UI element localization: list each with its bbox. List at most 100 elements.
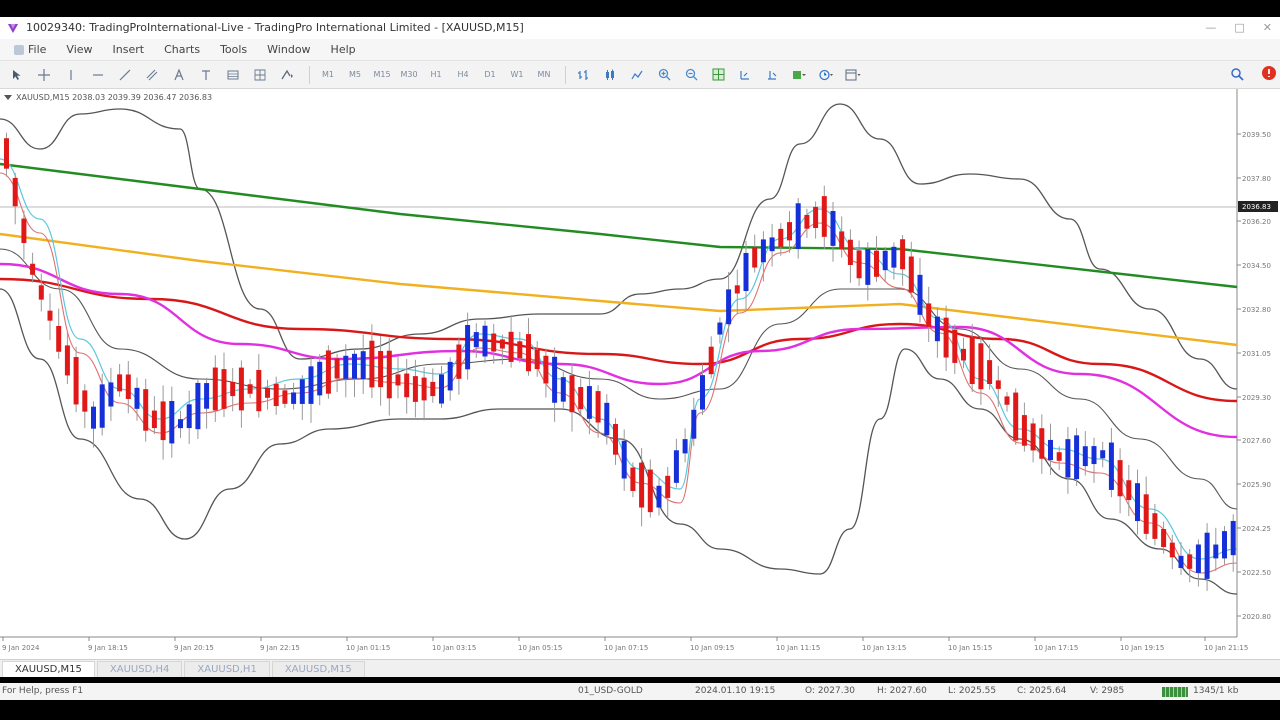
ma-cyan-line	[0, 158, 1238, 560]
chart-symbol-header: XAUUSD,M15 2038.03 2039.39 2036.47 2036.…	[4, 93, 212, 102]
bear-candle	[961, 348, 966, 361]
bear-candle	[1126, 480, 1132, 501]
timeframe-h1[interactable]: H1	[424, 70, 448, 79]
bear-candle	[752, 247, 758, 268]
timeframe-m1[interactable]: M1	[316, 70, 340, 79]
timeframe-h4[interactable]: H4	[451, 70, 475, 79]
screen-border	[0, 700, 1280, 720]
tab-xauusd-m15-2[interactable]: XAUUSD,M15	[271, 661, 365, 677]
bull-candle	[560, 377, 566, 402]
tile-windows-icon	[712, 68, 724, 81]
menu-charts[interactable]: Charts	[154, 43, 210, 56]
price-chart[interactable]: XAUUSD,M15 2038.03 2039.39 2036.47 2036.…	[0, 89, 1280, 659]
bear-candle	[569, 375, 575, 413]
close-button[interactable]: ✕	[1263, 17, 1272, 39]
bull-candle	[1213, 544, 1219, 559]
tab-xauusd-h1[interactable]: XAUUSD,H1	[184, 661, 270, 677]
bear-candle	[508, 331, 514, 362]
periods-button[interactable]	[815, 64, 837, 86]
price-tick-label: 2034.50	[1242, 262, 1271, 270]
bull-candle	[795, 203, 801, 250]
templates-button[interactable]	[842, 64, 864, 86]
trendline-button[interactable]	[114, 64, 136, 86]
text-button[interactable]	[168, 64, 190, 86]
menu-help[interactable]: Help	[321, 43, 366, 56]
bull-candle	[552, 356, 558, 403]
bear-candle	[543, 355, 549, 384]
crosshair-button[interactable]	[33, 64, 55, 86]
chart-shift-button[interactable]	[761, 64, 783, 86]
timeframe-m30[interactable]: M30	[397, 70, 421, 79]
bear-candle	[143, 389, 149, 431]
label-button[interactable]	[195, 64, 217, 86]
menu-tools-label: Tools	[220, 43, 248, 56]
bear-candle	[273, 383, 279, 407]
time-tick-label: 10 Jan 19:15	[1120, 644, 1164, 652]
search-icon[interactable]	[1230, 67, 1244, 81]
line-chart-button[interactable]	[626, 64, 648, 86]
fibonacci-button[interactable]	[222, 64, 244, 86]
bull-candle	[1048, 439, 1053, 461]
time-tick-label: 10 Jan 03:15	[432, 644, 476, 652]
bull-candle	[1204, 532, 1210, 579]
bear-candle	[1143, 494, 1149, 534]
menu-help-label: Help	[330, 43, 356, 56]
candlestick-icon	[606, 69, 614, 80]
auto-scroll-button[interactable]	[734, 64, 756, 86]
bull-candle	[769, 237, 775, 252]
maximize-button[interactable]: □	[1234, 17, 1244, 39]
periods-icon	[819, 69, 833, 80]
timeframe-m15[interactable]: M15	[370, 70, 394, 79]
horizontal-line-button[interactable]	[87, 64, 109, 86]
tile-windows-button[interactable]	[707, 64, 729, 86]
bear-candle	[221, 369, 227, 409]
bull-candle	[204, 383, 210, 409]
time-tick-label: 10 Jan 15:15	[948, 644, 992, 652]
collapse-triangle-icon	[4, 95, 12, 100]
tab-xauusd-m15[interactable]: XAUUSD,M15	[2, 661, 95, 677]
cursor-button[interactable]	[6, 64, 28, 86]
channel-button[interactable]	[141, 64, 163, 86]
bull-candle	[1108, 442, 1114, 490]
bull-candle	[1074, 435, 1080, 480]
timeframe-mn[interactable]: MN	[532, 70, 556, 79]
bull-candle	[743, 252, 749, 292]
bull-candle	[343, 355, 349, 379]
menu-view[interactable]: View	[56, 43, 102, 56]
timeframe-m5[interactable]: M5	[343, 70, 367, 79]
time-tick-label: 10 Jan 13:15	[862, 644, 906, 652]
price-tick-label: 2020.80	[1242, 613, 1271, 621]
arrows-button[interactable]	[276, 64, 298, 86]
bear-candle	[4, 138, 9, 169]
candlestick-button[interactable]	[599, 64, 621, 86]
bear-candle	[21, 218, 27, 243]
toolbar: M1 M5 M15 M30 H1 H4 D1 W1 MN	[0, 61, 1280, 89]
menu-window[interactable]: Window	[257, 43, 320, 56]
bar-chart-button[interactable]	[572, 64, 594, 86]
timeframe-d1[interactable]: D1	[478, 70, 502, 79]
ma-magenta-line	[0, 262, 1238, 439]
objects-button[interactable]	[249, 64, 271, 86]
status-low: L: 2025.55	[948, 686, 997, 696]
bull-candle	[1100, 450, 1106, 459]
minimize-button[interactable]: —	[1205, 17, 1216, 39]
zoom-in-button[interactable]	[653, 64, 675, 86]
menu-file[interactable]: File	[4, 43, 56, 56]
menu-insert[interactable]: Insert	[103, 43, 155, 56]
vertical-line-button[interactable]	[60, 64, 82, 86]
zoom-out-button[interactable]	[680, 64, 702, 86]
alert-icon[interactable]	[1261, 65, 1277, 81]
crosshair-icon	[38, 68, 50, 81]
indicators-button[interactable]	[788, 64, 810, 86]
bull-candle	[169, 401, 175, 444]
bull-candle	[352, 353, 357, 379]
ma-orange-line	[0, 232, 1238, 347]
tab-xauusd-h4[interactable]: XAUUSD,H4	[96, 661, 183, 677]
menu-tools[interactable]: Tools	[210, 43, 257, 56]
bear-candle	[787, 222, 792, 241]
bull-candle	[891, 246, 897, 268]
bear-candle	[969, 336, 975, 385]
price-tick-label: 2022.50	[1242, 569, 1271, 577]
timeframe-w1[interactable]: W1	[505, 70, 529, 79]
bear-candle	[1152, 513, 1158, 539]
